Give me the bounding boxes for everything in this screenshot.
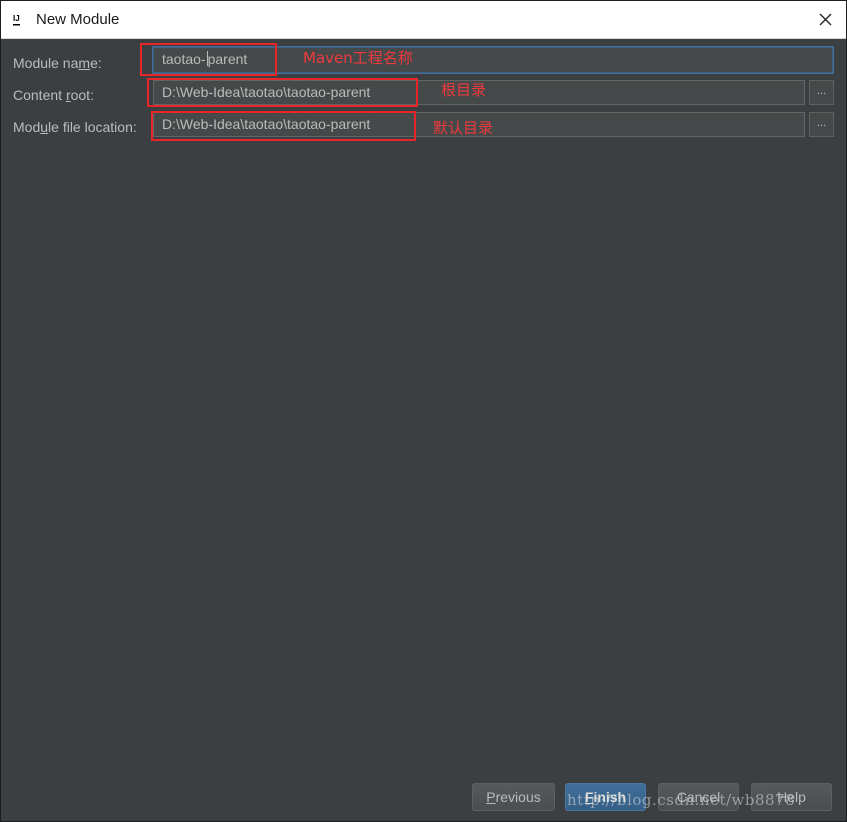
module-file-location-label: Module file location:: [13, 119, 137, 135]
module-name-input[interactable]: taotao-parent: [153, 47, 833, 73]
content-root-browse-button[interactable]: ...: [809, 80, 834, 105]
content-root-label: Content root:: [13, 87, 94, 103]
finish-button[interactable]: Finish: [565, 783, 646, 811]
previous-button[interactable]: Previous: [472, 783, 555, 811]
module-file-location-browse-button[interactable]: ...: [809, 112, 834, 137]
new-module-dialog: IJ New Module Module name: taotao-parent…: [0, 0, 847, 822]
help-button[interactable]: Help: [751, 783, 832, 811]
title-bar: IJ New Module: [1, 1, 846, 39]
annotation-text-module-name: Maven工程名称: [303, 49, 413, 67]
annotation-text-content-root: 根目录: [441, 81, 487, 99]
annotation-text-module-file-location: 默认目录: [433, 119, 494, 137]
close-icon[interactable]: [811, 7, 839, 33]
intellij-icon: IJ: [12, 12, 26, 27]
svg-text:IJ: IJ: [13, 14, 20, 23]
cancel-button[interactable]: Cancel: [658, 783, 739, 811]
dialog-title: New Module: [36, 11, 120, 28]
module-name-label: Module name:: [13, 55, 102, 71]
